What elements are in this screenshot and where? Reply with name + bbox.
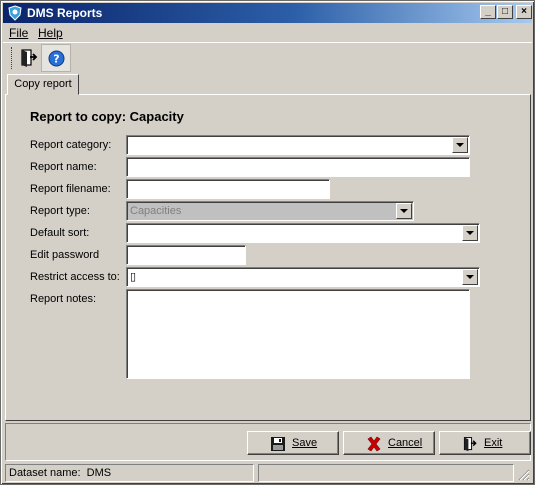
report-notes-label: Report notes:	[30, 293, 97, 305]
title-bar[interactable]: DMS Reports _ □ ×	[3, 3, 532, 23]
report-name-label: Report name:	[30, 161, 97, 173]
red-x-icon	[366, 436, 382, 452]
menu-file-label: File	[9, 26, 29, 40]
chevron-down-icon	[456, 143, 464, 147]
status-dataset-name: Dataset name: DMS	[5, 464, 254, 482]
report-category-select[interactable]	[126, 135, 470, 155]
save-button-label: Save	[292, 437, 318, 449]
minimize-button[interactable]: _	[480, 5, 496, 19]
cancel-button-label: Cancel	[388, 437, 423, 449]
chevron-down-icon	[400, 209, 408, 213]
default-sort-select[interactable]	[126, 223, 480, 243]
copy-report-panel: Report to copy: Capacity Report category…	[5, 94, 531, 421]
toolbar-grip[interactable]	[11, 47, 14, 69]
window-title: DMS Reports	[27, 6, 103, 20]
resize-grip-icon[interactable]	[516, 467, 530, 481]
status-dataset-text: Dataset name: DMS	[9, 467, 112, 479]
chevron-down-icon	[466, 231, 474, 235]
report-type-select: Capacities	[126, 201, 414, 221]
cancel-button[interactable]: Cancel	[343, 431, 435, 455]
edit-password-label: Edit password	[30, 249, 100, 261]
restrict-access-label: Restrict access to:	[30, 271, 120, 283]
menu-file[interactable]: File	[9, 26, 28, 40]
exit-door-icon	[19, 49, 39, 71]
report-type-label: Report type:	[30, 205, 90, 217]
edit-password-input[interactable]	[126, 245, 246, 265]
help-question-icon: ?	[48, 50, 65, 70]
report-category-dropdown-button[interactable]	[452, 137, 468, 153]
chevron-down-icon	[466, 275, 474, 279]
exit-button-label: Exit	[484, 437, 503, 449]
exit-button[interactable]: Exit	[439, 431, 531, 455]
menu-bar: File Help	[3, 23, 532, 42]
svg-text:?: ?	[53, 53, 59, 66]
restrict-access-select[interactable]: ▯	[126, 267, 480, 287]
tab-copy-report-label: Copy report	[14, 78, 72, 90]
toolbar-help-button[interactable]: ?	[41, 44, 71, 72]
status-pane-right	[258, 464, 514, 482]
report-heading: Report to copy: Capacity	[30, 109, 184, 124]
default-sort-label: Default sort:	[30, 227, 90, 239]
close-button[interactable]: ×	[516, 5, 532, 19]
menu-help-label: Help	[38, 26, 63, 40]
app-shield-icon	[7, 5, 23, 21]
report-filename-label: Report filename:	[30, 183, 111, 195]
report-category-label: Report category:	[30, 139, 112, 151]
report-filename-input[interactable]	[126, 179, 330, 199]
menu-help[interactable]: Help	[38, 26, 63, 40]
save-button[interactable]: Save	[247, 431, 339, 455]
close-icon: ×	[521, 6, 527, 17]
toolbar: ?	[3, 42, 532, 72]
restrict-access-dropdown-button[interactable]	[462, 269, 478, 285]
maximize-icon: □	[501, 6, 509, 17]
report-type-value: Capacities	[130, 205, 182, 217]
default-sort-dropdown-button[interactable]	[462, 225, 478, 241]
restrict-access-value: ▯	[130, 271, 137, 283]
floppy-disk-icon	[270, 436, 286, 452]
report-notes-textarea[interactable]	[126, 289, 470, 379]
tab-copy-report[interactable]: Copy report	[7, 74, 79, 95]
exit-door-icon	[462, 436, 478, 452]
app-window: DMS Reports _ □ × File Help ? Copy repor…	[0, 0, 535, 485]
minimize-icon: _	[485, 6, 491, 17]
toolbar-exit-button[interactable]	[19, 48, 41, 70]
report-name-input[interactable]	[126, 157, 470, 177]
report-type-dropdown-button	[396, 203, 412, 219]
maximize-button[interactable]: □	[497, 5, 513, 19]
